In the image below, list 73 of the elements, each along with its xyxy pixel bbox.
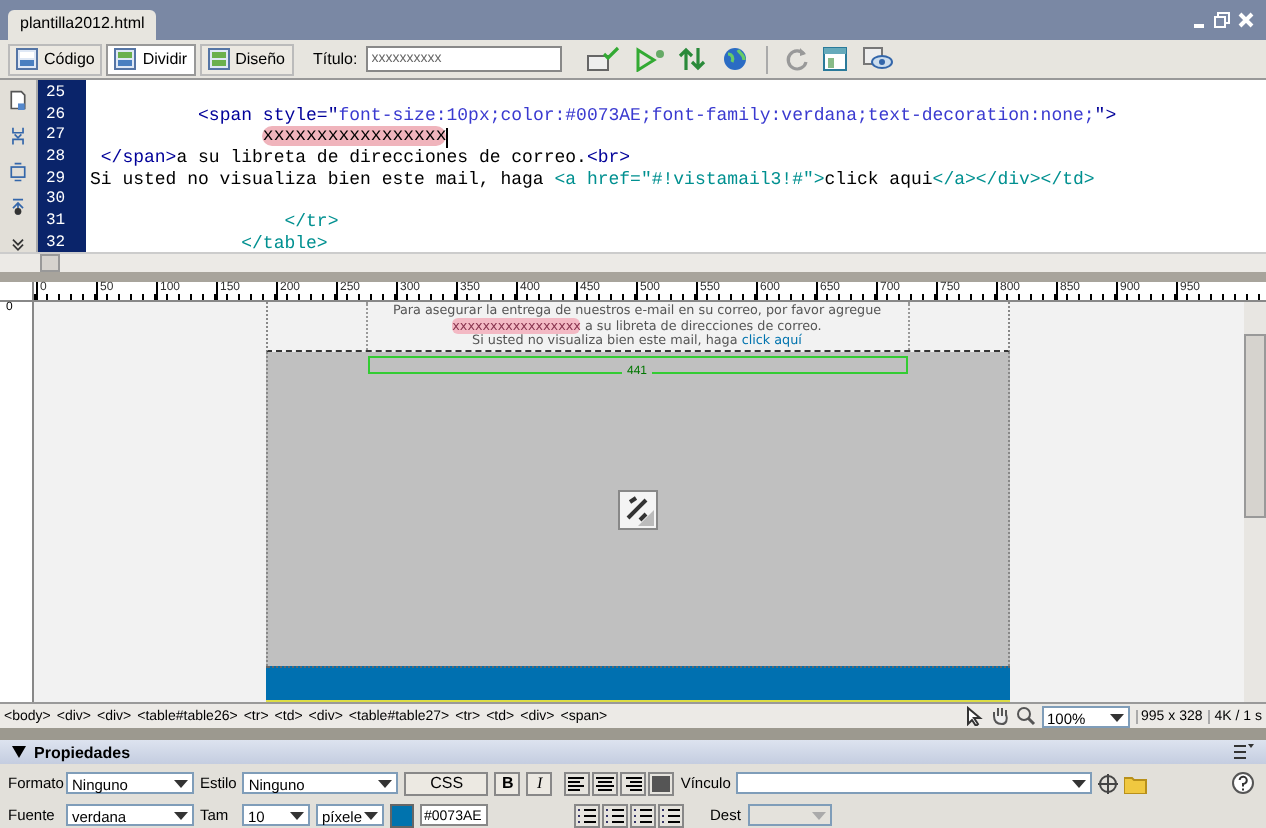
hand-icon[interactable]	[989, 706, 1010, 726]
plugin-icon	[617, 489, 657, 529]
panel-title: Propiedades	[34, 743, 131, 761]
justify-icon[interactable]	[648, 771, 675, 795]
document-icon[interactable]	[8, 90, 28, 111]
collapse-icon[interactable]	[8, 126, 28, 147]
line-number: 31	[46, 212, 68, 234]
line-number: 25	[46, 84, 68, 106]
italic-button[interactable]: I	[526, 771, 553, 795]
globe-icon[interactable]	[721, 46, 750, 72]
view-tab[interactable]: Código	[8, 43, 103, 75]
restore-icon[interactable]	[1214, 12, 1230, 28]
line-number: 30	[46, 190, 68, 213]
design-view-icon	[207, 48, 230, 70]
align-left-icon[interactable]	[564, 771, 591, 795]
expand-icon[interactable]	[8, 162, 28, 183]
code-text: a su libreta de direcciones de correo.	[176, 148, 587, 170]
code-text: </a></div></td>	[932, 169, 1095, 191]
caret-icon	[364, 812, 378, 820]
line-number: 32	[46, 233, 68, 252]
line-number: 29	[46, 169, 68, 191]
code-text: </tr>	[282, 212, 339, 234]
help-icon[interactable]	[1232, 772, 1254, 794]
view-tab[interactable]: Dividir	[106, 43, 196, 75]
css-button[interactable]: CSS	[404, 771, 489, 795]
view-tab[interactable]: Diseño	[199, 43, 293, 75]
code-view-icon	[16, 48, 38, 70]
text-cursor	[446, 127, 449, 148]
line-number: 28	[46, 148, 68, 170]
indent-icon[interactable]	[658, 803, 684, 827]
horizontal-scrollbar[interactable]	[0, 252, 1266, 272]
code-text: </table>	[239, 233, 328, 252]
code-text: <a href="#!vistamail3!#">	[554, 169, 825, 191]
align-right-icon[interactable]	[620, 771, 647, 795]
zoom-icon[interactable]	[1015, 706, 1036, 726]
eye-icon[interactable]	[861, 46, 894, 72]
code-text: xxxxxxxxxxxxxxxxx	[260, 126, 447, 149]
up-down-arrows-icon[interactable]	[677, 46, 710, 72]
target-icon[interactable]	[1098, 773, 1119, 793]
page-check-icon[interactable]	[585, 46, 622, 72]
caret-icon	[174, 780, 188, 788]
title-label: Título:	[313, 50, 358, 68]
code-text: font-size:10px;color:#0073AE;font-family:verdana;text-decoration:none;	[338, 105, 1095, 127]
chevron-icon[interactable]	[10, 238, 26, 252]
expand-arrow-icon[interactable]	[12, 746, 26, 758]
line-number: 26	[46, 105, 68, 127]
line-number: 27	[46, 126, 68, 149]
code-text: click aqui	[824, 169, 933, 191]
color-swatch[interactable]	[390, 803, 414, 827]
numbered-list-icon[interactable]	[602, 803, 628, 827]
code-text: </span>	[98, 148, 177, 170]
caret-icon	[1109, 713, 1124, 721]
document-tab[interactable]: plantilla2012.html	[8, 10, 157, 40]
caret-icon	[290, 812, 304, 820]
vertical-scrollbar[interactable]	[1244, 302, 1266, 702]
close-icon[interactable]	[1238, 12, 1254, 28]
link-field[interactable]	[736, 772, 1093, 794]
caret-icon	[378, 780, 393, 788]
code-text: <span style="	[196, 105, 339, 127]
code-text: <br>	[586, 148, 631, 170]
code-text: ">	[1094, 105, 1117, 127]
align-center-icon[interactable]	[592, 771, 619, 795]
code-text: Si usted no visualiza bien este mail, haga	[90, 169, 546, 191]
caret-icon	[812, 812, 826, 820]
options-menu-icon[interactable]	[1234, 744, 1254, 760]
split-view-icon	[114, 48, 137, 70]
caret-icon	[1072, 780, 1087, 788]
bold-button[interactable]: B	[494, 771, 521, 795]
pointer-icon[interactable]	[965, 706, 984, 726]
caret-icon	[174, 812, 188, 820]
outdent-icon[interactable]	[630, 803, 656, 827]
bullet-list-icon[interactable]	[574, 803, 600, 827]
layout-icon[interactable]	[821, 46, 850, 72]
